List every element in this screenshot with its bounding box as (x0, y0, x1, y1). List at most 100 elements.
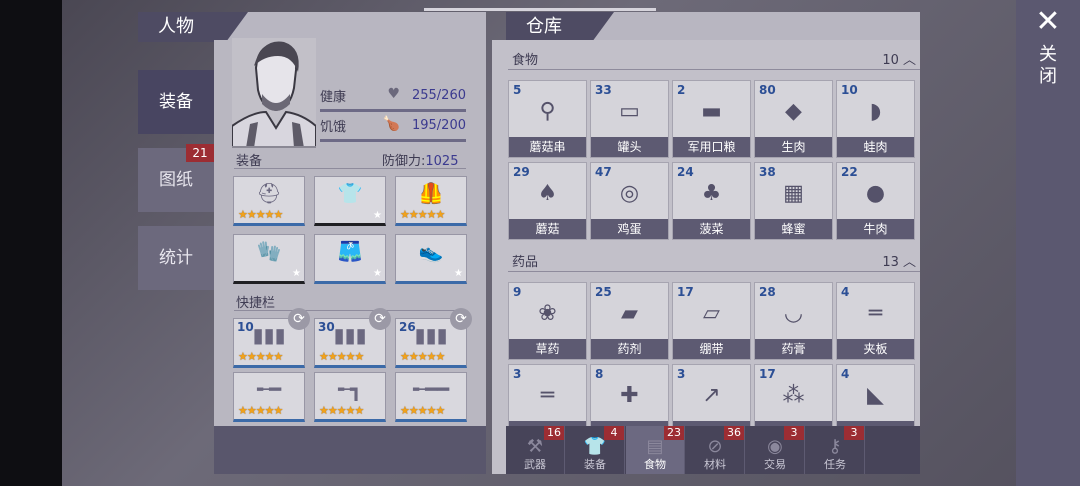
rifle-icon: ╾━━ (412, 377, 450, 401)
inventory-item[interactable]: 25 ▰ 药剂 (590, 282, 669, 360)
inventory-item[interactable]: 24 ♣ 菠菜 (672, 162, 751, 240)
medicine-category[interactable]: 药品 13 ︿ (508, 248, 920, 272)
stars: ★★★★★ (319, 404, 364, 417)
item-name: 牛肉 (837, 219, 914, 239)
quickbar-slot-rifle[interactable]: ╾━━ ★★★★★ (395, 372, 467, 422)
equip-slot-shirt[interactable]: 👕 ★ (314, 176, 386, 226)
filter-tab[interactable]: ◉ 交易 3 (746, 426, 805, 474)
inventory-item[interactable]: 80 ◆ 生肉 (754, 80, 833, 158)
item-count: 3 (677, 367, 686, 381)
hunger-bar (320, 139, 466, 142)
item-name: 药膏 (755, 339, 832, 359)
item-count: 4 (841, 285, 850, 299)
revolver-icon: ╾┓ (337, 377, 363, 401)
item-name: 夹板 (837, 339, 914, 359)
tab-blueprints[interactable]: 图纸 21 (138, 144, 214, 212)
stars: ★★★★★ (238, 404, 283, 417)
filter-tab-label: 交易 (764, 458, 786, 471)
equip-slot-shorts[interactable]: 🩳 ★ (314, 234, 386, 284)
star: ★ (292, 268, 301, 279)
equip-slot-gloves[interactable]: 🧤 ★ (233, 234, 305, 284)
item-count: 28 (759, 285, 776, 299)
shorts-icon: 🩳 (337, 239, 363, 263)
filter-tab[interactable]: ⚒ 武器 16 (506, 426, 565, 474)
tab-blueprints-label: 图纸 (159, 170, 193, 190)
item-name: 蘑菇串 (509, 137, 586, 157)
food-category[interactable]: 食物 10 ︿ (508, 46, 920, 70)
filter-tab-label: 食物 (644, 458, 666, 471)
equipment-label: 装备 (236, 154, 263, 169)
inventory-item[interactable]: 38 ▦ 蜂蜜 (754, 162, 833, 240)
filter-tab[interactable]: ▤ 食物 23 (626, 426, 685, 474)
inventory-item[interactable]: 10 ◗ 蛙肉 (836, 80, 915, 158)
hunger-stat: 饥饿 🍗 195/200 (320, 112, 466, 144)
stars: ★★★★★ (400, 404, 445, 417)
close-icon[interactable]: ✕ (1034, 7, 1062, 37)
filter-tab-badge: 3 (784, 426, 804, 440)
warehouse-filter-tabs: ⚒ 武器 16 👕 装备 4 ▤ 食物 23 ⊘ 材料 36 ◉ 交易 3 ⚷ 任务 3 (506, 426, 920, 474)
filter-tab[interactable]: 👕 装备 4 (566, 426, 625, 474)
hunger-value: 195/200 (411, 118, 466, 133)
filter-tab-badge: 3 (844, 426, 864, 440)
item-count: 8 (595, 367, 604, 381)
item-count: 10 (841, 83, 858, 97)
close-label[interactable]: 关闭 (1036, 44, 1060, 88)
stars: ★★★★★ (400, 350, 445, 363)
warehouse-title: 仓库 (506, 12, 614, 42)
quickbar-label: 快捷栏 (236, 296, 276, 311)
inventory-item[interactable]: 2 ▬ 军用口粮 (672, 80, 751, 158)
star: ★ (373, 210, 382, 221)
divider (234, 168, 466, 169)
inventory-item[interactable]: 28 ◡ 药膏 (754, 282, 833, 360)
item-name: 药剂 (591, 339, 668, 359)
raw-meat-icon: ◆ (785, 99, 802, 124)
heart-icon: ♥ (387, 86, 400, 102)
defense-label: 防御力: (382, 154, 426, 169)
character-footer (214, 426, 486, 474)
food-category-count: 10 ︿ (882, 53, 916, 68)
swap-icon[interactable]: ⟳ (288, 308, 310, 330)
inventory-item[interactable]: 29 ♠ 蘑菇 (508, 162, 587, 240)
star: ★ (373, 268, 382, 279)
item-count: 25 (595, 285, 612, 299)
ointment-icon: ◡ (783, 301, 804, 326)
defense-stat: 防御力:1025 (382, 150, 458, 169)
herb-icon: ❀ (538, 301, 557, 326)
inventory-item[interactable]: 33 ▭ 罐头 (590, 80, 669, 158)
character-portrait (232, 38, 316, 148)
inventory-item[interactable]: 17 ▱ 绷带 (672, 282, 751, 360)
frog-meat-icon: ◗ (869, 99, 882, 124)
beef-icon: ● (865, 181, 886, 206)
drumstick-icon: 🍗 (382, 116, 400, 132)
inventory-item[interactable]: 47 ◎ 鸡蛋 (590, 162, 669, 240)
stars: ★★★★★ (319, 350, 364, 363)
pills-icon: ⁂ (782, 383, 805, 408)
item-count: 33 (595, 83, 612, 97)
tab-stats[interactable]: 统计 (138, 226, 214, 290)
equip-slot-helmet[interactable]: ⛑ ★★★★★ (233, 176, 305, 226)
quickbar-slot-shotgun[interactable]: ╾━ ★★★★★ (233, 372, 305, 422)
syringe-icon: ↗ (702, 383, 721, 408)
item-count: 47 (595, 165, 612, 179)
shoes-icon: 👟 (418, 239, 444, 263)
tab-equipment[interactable]: 装备 (138, 70, 214, 134)
equip-slot-shoes[interactable]: 👟 ★ (395, 234, 467, 284)
item-count: 38 (759, 165, 776, 179)
quickbar-slot-revolver[interactable]: ╾┓ ★★★★★ (314, 372, 386, 422)
shirt-icon: 👕 (337, 181, 363, 205)
filter-tab-badge: 23 (664, 426, 684, 440)
filter-tab[interactable]: ⊘ 材料 36 (686, 426, 745, 474)
inventory-item[interactable]: 22 ● 牛肉 (836, 162, 915, 240)
inventory-item[interactable]: 9 ❀ 草药 (508, 282, 587, 360)
inventory-item[interactable]: 5 ⚲ 蘑菇串 (508, 80, 587, 158)
divider (234, 310, 466, 311)
swap-icon[interactable]: ⟳ (369, 308, 391, 330)
medicine-category-count: 13 ︿ (882, 255, 916, 270)
filter-tab[interactable]: ⚷ 任务 3 (806, 426, 865, 474)
equip-slot-vest[interactable]: 🦺 ★★★★★ (395, 176, 467, 226)
food-category-label: 食物 (512, 53, 539, 68)
item-count: 17 (759, 367, 776, 381)
inventory-item[interactable]: 4 ═ 夹板 (836, 282, 915, 360)
bandage-icon: ▱ (703, 301, 720, 326)
swap-icon[interactable]: ⟳ (450, 308, 472, 330)
